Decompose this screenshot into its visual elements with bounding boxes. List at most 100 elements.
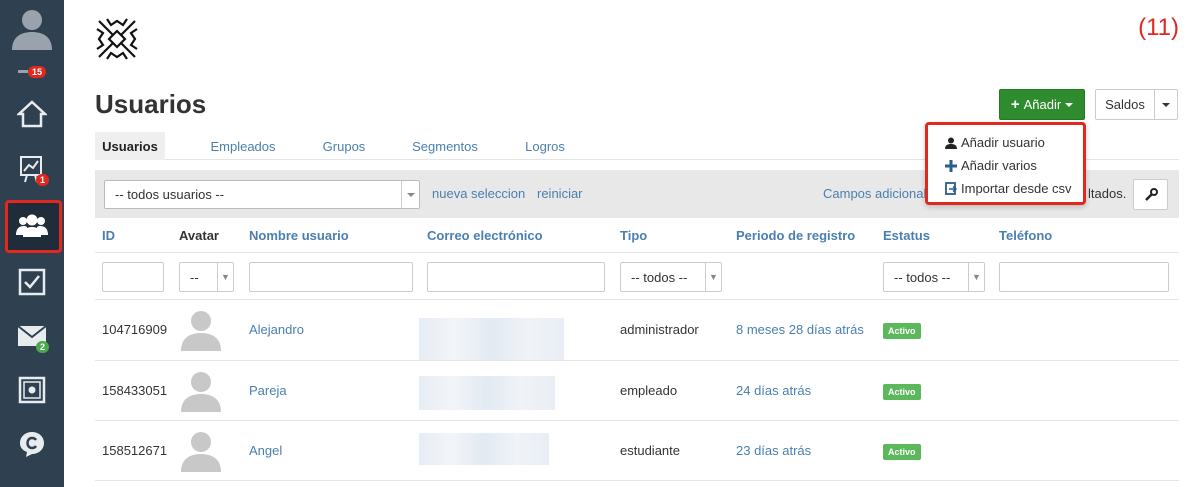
saldos-dropdown-toggle[interactable] [1154, 89, 1178, 120]
chevron-down-icon [1065, 102, 1074, 107]
username-link[interactable]: Alejandro [249, 322, 304, 337]
sidebar-item-vault[interactable] [0, 364, 64, 416]
avatar-placeholder-icon [181, 372, 221, 412]
avatar-filter-value: -- [190, 270, 199, 285]
checkbox-icon [18, 268, 46, 296]
column-header-username[interactable]: Nombre usuario [249, 228, 349, 243]
saldos-button[interactable]: Saldos [1095, 89, 1155, 120]
logo-icon [96, 18, 138, 60]
notifications-badge: 15 [28, 66, 47, 78]
chevron-down-icon [1162, 102, 1170, 107]
divider [95, 252, 1179, 253]
home-icon [17, 100, 47, 128]
add-button-label: Añadir [1023, 97, 1062, 112]
reports-badge: 1 [36, 174, 50, 186]
user-icon [945, 137, 957, 149]
type-filter-value: -- todos -- [631, 270, 688, 285]
notifications[interactable]: 15 [18, 66, 48, 80]
column-header-avatar: Avatar [179, 228, 219, 243]
id-filter-input[interactable] [102, 262, 164, 292]
sidebar-item-home[interactable] [0, 88, 64, 140]
divider [95, 360, 1179, 361]
status-badge: Activo [883, 384, 921, 400]
status-badge: Activo [883, 323, 921, 339]
sidebar-item-users[interactable] [0, 200, 64, 253]
add-user-item[interactable]: Añadir usuario [928, 131, 1083, 154]
chat-c-icon [20, 432, 44, 457]
add-button[interactable]: + Añadir [999, 89, 1085, 120]
email-redacted [419, 376, 555, 410]
chevron-down-icon: ▼ [705, 263, 721, 291]
sidebar-item-tasks[interactable] [0, 256, 64, 308]
sidebar-item-chat[interactable] [0, 418, 64, 470]
column-header-id[interactable]: ID [102, 228, 115, 243]
plus-icon [945, 159, 957, 172]
tab-grupos[interactable]: Grupos [314, 132, 374, 160]
page-title: Usuarios [95, 89, 207, 119]
username-link[interactable]: Pareja [249, 383, 287, 398]
chevron-down-icon: ▼ [217, 263, 233, 291]
column-header-email[interactable]: Correo electrónico [427, 228, 543, 243]
avatar-icon [12, 10, 52, 50]
status-filter-value: -- todos -- [894, 270, 951, 285]
annotation-counter: (11) [1138, 14, 1179, 41]
users-group-icon [16, 214, 48, 237]
new-selection-link[interactable]: nueva seleccion [432, 186, 525, 201]
sidebar: 15 1 2 [0, 0, 64, 487]
reset-link[interactable]: reiniciar [537, 186, 583, 201]
import-csv-item[interactable]: Importar desde csv [928, 177, 1083, 200]
add-multiple-item[interactable]: Añadir varios [928, 154, 1083, 177]
divider [95, 420, 1179, 421]
users-filter-select[interactable]: -- todos usuarios -- [104, 180, 420, 209]
avatar-filter-select[interactable]: -- ▼ [179, 262, 234, 292]
tab-segmentos[interactable]: Segmentos [405, 132, 485, 160]
avatar-placeholder-icon [181, 311, 221, 351]
sidebar-item-reports[interactable]: 1 [0, 143, 64, 195]
user-type: empleado [620, 383, 678, 398]
column-header-status[interactable]: Estatus [883, 228, 930, 243]
status-filter-select[interactable]: -- todos -- ▼ [883, 262, 985, 292]
safe-icon [18, 376, 46, 404]
divider [95, 480, 1179, 481]
column-header-phone[interactable]: Teléfono [999, 228, 1052, 243]
email-filter-input[interactable] [427, 262, 605, 292]
registration-period[interactable]: 8 meses 28 días atrás [736, 322, 864, 337]
divider [95, 299, 1179, 300]
tab-empleados[interactable]: Empleados [203, 132, 283, 160]
registration-period[interactable]: 24 días atrás [736, 383, 811, 398]
messages-badge: 2 [36, 341, 50, 353]
registration-period[interactable]: 23 días atrás [736, 443, 811, 458]
wrench-icon [1144, 187, 1158, 201]
results-text: ltados. [1088, 186, 1127, 201]
type-filter-select[interactable]: -- todos -- ▼ [620, 262, 722, 292]
company-logo [93, 15, 141, 63]
phone-filter-input[interactable] [999, 262, 1169, 292]
status-badge: Activo [883, 444, 921, 460]
add-dropdown-menu: Añadir usuario Añadir varios Importar de… [925, 122, 1086, 205]
email-redacted [419, 433, 549, 465]
tab-usuarios[interactable]: Usuarios [95, 132, 165, 160]
plus-icon: + [1010, 96, 1020, 113]
user-id: 104716909 [102, 322, 168, 337]
user-id: 158512671 [102, 443, 168, 458]
import-icon [945, 182, 957, 195]
settings-button[interactable] [1133, 179, 1168, 210]
user-id: 158433051 [102, 383, 168, 398]
sidebar-item-messages[interactable]: 2 [0, 310, 64, 362]
username-filter-input[interactable] [249, 262, 413, 292]
user-type: estudiante [620, 443, 680, 458]
username-link[interactable]: Angel [249, 443, 282, 458]
column-header-period[interactable]: Periodo de registro [736, 228, 855, 243]
tab-logros[interactable]: Logros [517, 132, 573, 160]
email-redacted [419, 318, 564, 360]
avatar-placeholder-icon [181, 432, 221, 472]
add-user-label: Añadir usuario [961, 135, 1045, 150]
users-filter-value: -- todos usuarios -- [115, 187, 225, 202]
column-header-type[interactable]: Tipo [620, 228, 647, 243]
import-csv-label: Importar desde csv [961, 181, 1072, 196]
user-type: administrador [620, 322, 699, 337]
extra-fields-link[interactable]: Campos adicionale [823, 186, 934, 201]
add-multiple-label: Añadir varios [961, 158, 1037, 173]
chevron-down-icon [401, 181, 419, 208]
user-avatar[interactable] [8, 4, 56, 52]
